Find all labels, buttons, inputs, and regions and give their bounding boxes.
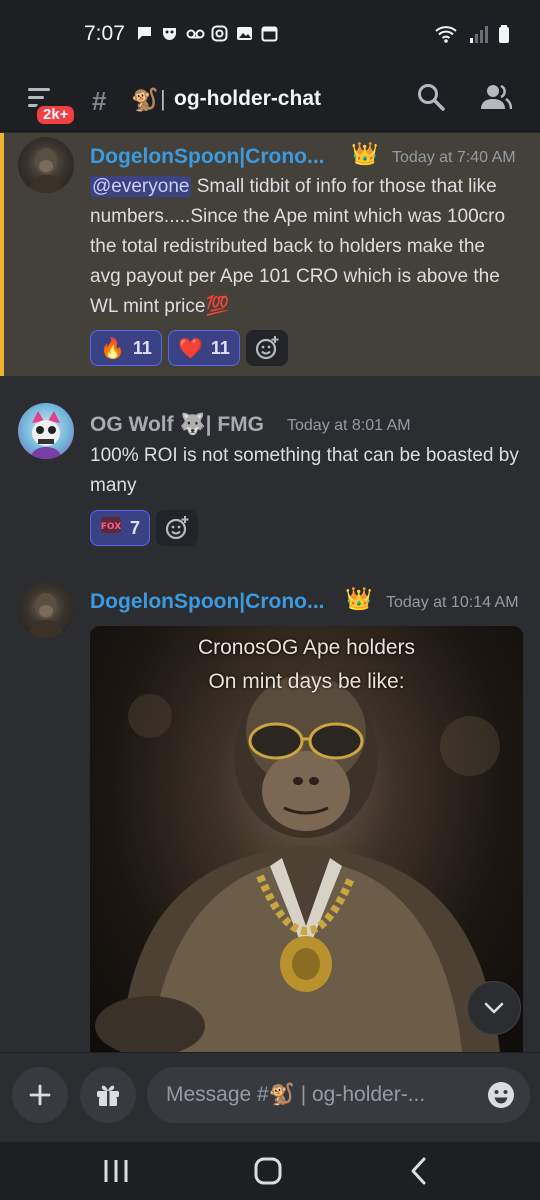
search-icon [418, 84, 445, 111]
hundred-emoji: 💯 [205, 296, 230, 317]
hashtag-icon: # [92, 86, 107, 116]
server-menu-button[interactable]: 2k+ [22, 82, 78, 127]
system-status-icons [434, 24, 510, 44]
system-navigation-bar [0, 1142, 540, 1200]
heart-emoji: ❤️ [177, 337, 203, 360]
avatar[interactable] [18, 137, 74, 193]
message-text: 100% ROI is not something that can be bo… [90, 445, 519, 496]
mention-count-badge: 2k+ [34, 103, 78, 127]
reaction-count: 7 [130, 517, 141, 538]
message-text: Small tidbit of info for those that like… [90, 176, 506, 317]
plus-icon [29, 1084, 51, 1106]
channel-name[interactable]: og-holder-chat [174, 87, 321, 111]
message-list[interactable]: DogelonSpoon|Crono... 👑 Today at 7:40 AM… [0, 133, 540, 1052]
recents-icon [104, 1160, 128, 1182]
reaction-custom-emoji[interactable]: FOX 7 [90, 510, 151, 546]
reaction-count: 11 [210, 337, 230, 358]
gallery-icon [236, 25, 253, 42]
message-username[interactable]: OG Wolf 🐺| FMG [90, 413, 264, 437]
mask-notification-icon [161, 25, 178, 42]
wolf-emoji: 🐺 [179, 413, 206, 436]
image-caption-line1: CronosOG Ape holders [197, 636, 416, 659]
back-button[interactable] [400, 1154, 440, 1188]
emoji-picker-button[interactable] [486, 1080, 516, 1110]
add-attachment-button[interactable] [12, 1067, 68, 1123]
status-bar: 7:07 [0, 0, 540, 70]
chevron-down-icon [484, 1002, 504, 1014]
message-item[interactable]: OG Wolf 🐺| FMG Today at 8:01 AM 100% ROI… [0, 398, 540, 558]
notification-icons [136, 25, 278, 42]
reaction-fire[interactable]: 🔥 11 [90, 330, 162, 366]
add-reaction-icon [165, 516, 189, 540]
message-input-placeholder: Message #🐒 | og-holder-... [166, 1083, 426, 1106]
message-timestamp: Today at 7:40 AM [392, 149, 516, 166]
fire-emoji: 🔥 [100, 337, 125, 360]
avatar[interactable] [18, 403, 74, 459]
add-reaction-button[interactable] [245, 330, 288, 366]
add-reaction-icon [255, 336, 279, 360]
jump-to-bottom-button[interactable] [467, 981, 521, 1035]
chat-notification-icon [136, 25, 153, 42]
search-button[interactable] [416, 82, 446, 112]
message-input[interactable]: Message #🐒 | og-holder-... [147, 1067, 530, 1123]
signal-icon [470, 26, 488, 43]
gift-nitro-button[interactable] [80, 1067, 136, 1123]
crown-badge-icon: 👑 [351, 141, 379, 166]
reaction-bar: FOX 7 [90, 510, 199, 546]
back-icon [411, 1157, 426, 1185]
calendar-icon [261, 25, 278, 42]
home-icon [254, 1157, 282, 1185]
recents-button[interactable] [96, 1154, 136, 1188]
svg-text:FOX: FOX [101, 522, 121, 532]
reaction-bar: 🔥 11 ❤️ 11 [90, 330, 288, 366]
message-username[interactable]: DogelonSpoon|Crono... [90, 590, 325, 614]
message-item[interactable]: DogelonSpoon|Crono... 👑 Today at 7:40 AM… [0, 133, 540, 376]
crown-badge-icon: 👑 [345, 586, 373, 611]
voicemail-icon [186, 25, 205, 42]
custom-emoji-icon: FOX [100, 514, 122, 542]
channel-emoji: 🐒 [131, 87, 159, 112]
status-time: 7:07 [84, 22, 125, 45]
instagram-icon [211, 25, 228, 42]
avatar[interactable] [18, 582, 74, 638]
reaction-heart[interactable]: ❤️ 11 [167, 330, 240, 366]
image-attachment[interactable]: CronosOG Ape holders On mint days be lik… [90, 626, 523, 1052]
home-button[interactable] [248, 1154, 288, 1188]
channel-separator: | [160, 86, 166, 111]
reaction-count: 11 [132, 337, 152, 358]
message-content: @everyone Small tidbit of info for those… [90, 172, 520, 322]
add-reaction-button[interactable] [156, 510, 199, 546]
members-button[interactable] [480, 82, 513, 112]
emoji-icon [488, 1082, 514, 1108]
gift-icon [97, 1085, 119, 1106]
message-timestamp: Today at 8:01 AM [287, 417, 411, 434]
channel-header: 2k+ # 🐒 | og-holder-chat [0, 70, 540, 132]
message-username[interactable]: DogelonSpoon|Crono... [90, 145, 325, 169]
members-icon [481, 84, 513, 110]
wifi-icon [435, 26, 457, 43]
battery-icon [499, 25, 509, 43]
message-timestamp: Today at 10:14 AM [386, 594, 519, 611]
image-caption-line2: On mint days be like: [208, 670, 405, 693]
message-composer: Message #🐒 | og-holder-... [0, 1052, 540, 1142]
everyone-mention[interactable]: @everyone [90, 176, 192, 197]
